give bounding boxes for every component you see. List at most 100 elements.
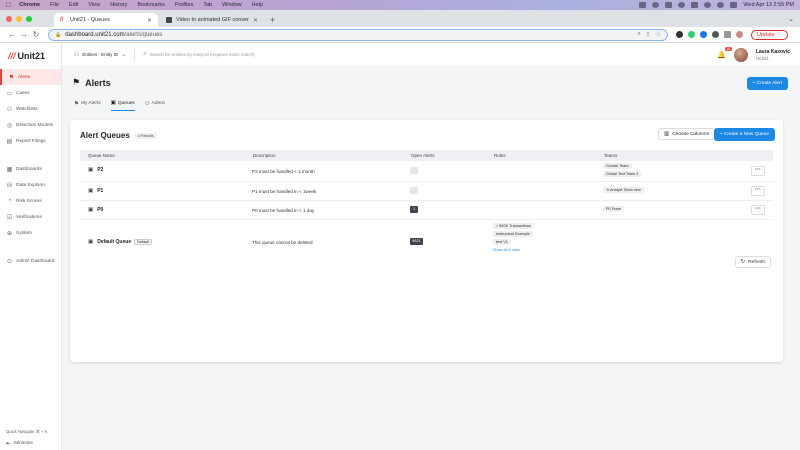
- tab-search-icon[interactable]: ⌄: [788, 13, 794, 27]
- column-header-teams[interactable]: Teams: [604, 153, 617, 158]
- open-alerts-count[interactable]: [410, 167, 418, 174]
- menu-file[interactable]: File: [50, 2, 59, 8]
- avatar[interactable]: [733, 47, 748, 62]
- menu-edit[interactable]: Edit: [69, 2, 78, 8]
- sidepanel-icon[interactable]: [724, 31, 731, 38]
- menu-tab[interactable]: Tab: [203, 2, 212, 8]
- extension-icon[interactable]: [700, 31, 707, 38]
- search-input[interactable]: ⌕ Search for entities by entity id (requ…: [143, 51, 254, 58]
- sidebar-item-risk-scores[interactable]: ◔ Risk Scores: [0, 193, 61, 209]
- tray-icon[interactable]: [665, 2, 673, 8]
- admin-icon: ⊙: [6, 258, 13, 265]
- rule-pill[interactable]: test V1: [493, 239, 511, 245]
- profile-icon[interactable]: [736, 31, 743, 38]
- sidebar-item-dashboards[interactable]: ▦ Dashboards: [0, 161, 61, 177]
- open-alerts-count[interactable]: 9621: [410, 238, 423, 245]
- tab-label: My Alerts: [80, 101, 101, 106]
- entity-search-type-select[interactable]: ⚇ Entities - Entity ID ⌄: [74, 48, 136, 61]
- control-center-icon[interactable]: [730, 2, 738, 8]
- queue-name[interactable]: ▣ P1: [88, 188, 103, 194]
- sidebar-item-system[interactable]: ⊕ System: [0, 225, 61, 241]
- open-alerts-count[interactable]: [410, 187, 418, 194]
- tray-icon[interactable]: [652, 2, 660, 8]
- forward-icon[interactable]: →: [18, 30, 30, 39]
- close-icon[interactable]: ✕: [253, 17, 258, 24]
- rule-pill[interactable]: Instrument Example: [493, 231, 533, 237]
- table-row[interactable]: ▣ P2 P2 must be handled < 1 month Growth…: [80, 161, 773, 182]
- create-alert-button[interactable]: + Create Alert: [746, 77, 788, 90]
- lock-icon[interactable]: 🔒: [55, 32, 61, 38]
- extension-icon[interactable]: [676, 31, 683, 38]
- tab-queues[interactable]: ▣ Queues: [110, 100, 135, 111]
- queue-name[interactable]: ▣ P0: [88, 207, 103, 213]
- open-alerts-count[interactable]: 1: [410, 206, 418, 213]
- tab-admin[interactable]: ⚇ Admin: [145, 100, 166, 111]
- wifi-icon[interactable]: [704, 2, 712, 8]
- battery-icon[interactable]: [691, 2, 699, 8]
- close-icon[interactable]: ✕: [147, 17, 152, 24]
- sidebar-item-verifications[interactable]: ☑ Verifications: [0, 209, 61, 225]
- sidebar-item-watchlists[interactable]: ⚇ Watchlists: [0, 101, 61, 117]
- quick-navigate-hint[interactable]: Quick Navigate ⌘ + K: [0, 426, 62, 436]
- sidebar-item-report-filings[interactable]: ▤ Report Filings: [0, 133, 61, 149]
- minimize-sidebar-button[interactable]: ⇤ Minimize: [0, 436, 62, 450]
- sidebar-item-data-explorer[interactable]: ⛁ Data Explorer: [0, 177, 61, 193]
- browser-tab-gif[interactable]: Video to animated GIF conver ✕: [160, 13, 264, 27]
- menu-bookmarks[interactable]: Bookmarks: [137, 2, 165, 8]
- share-icon[interactable]: ⇪: [646, 31, 651, 38]
- bookmark-star-icon[interactable]: ☆: [656, 31, 661, 38]
- user-info[interactable]: Laura Kasovic Unit21: [756, 49, 790, 61]
- column-header-rules[interactable]: Rules: [494, 153, 506, 158]
- spotlight-icon[interactable]: [717, 2, 725, 8]
- menu-chrome[interactable]: Chrome: [19, 2, 40, 8]
- table-row[interactable]: ▣ P0 P0 must be handled in < 1 day 1 P0 …: [80, 201, 773, 220]
- close-window-button[interactable]: [6, 15, 12, 22]
- new-tab-button[interactable]: +: [266, 13, 279, 27]
- menu-history[interactable]: History: [110, 2, 127, 8]
- row-actions-button[interactable]: ···: [751, 186, 765, 196]
- zoom-icon[interactable]: ⌕: [637, 31, 640, 38]
- unit21-logo[interactable]: /// Unit21: [0, 43, 61, 69]
- minimize-window-button[interactable]: [16, 15, 22, 22]
- queue-name[interactable]: ▣ P2: [88, 167, 103, 173]
- create-queue-button[interactable]: + Create a New Queue: [713, 128, 775, 141]
- queue-name[interactable]: ▣ Default Queue Default: [88, 239, 153, 245]
- video-favicon: [166, 17, 172, 23]
- sidebar-item-detection-models[interactable]: ◎ Detection Models: [0, 117, 61, 133]
- table-row[interactable]: ▣ Default Queue Default This queue canno…: [80, 220, 773, 265]
- refresh-button[interactable]: ↻ Refresh: [734, 256, 771, 268]
- apple-icon[interactable]: : [6, 2, 11, 9]
- choose-columns-label: Choose Columns: [672, 131, 709, 137]
- menu-help[interactable]: Help: [252, 2, 263, 8]
- puzzle-icon[interactable]: [712, 31, 719, 38]
- row-actions-button[interactable]: ···: [751, 205, 765, 215]
- sidebar-item-cases[interactable]: ▭ Cases: [0, 85, 61, 101]
- menu-profiles[interactable]: Profiles: [175, 2, 193, 8]
- column-header-open-alerts[interactable]: Open Alerts: [411, 153, 435, 158]
- menu-view[interactable]: View: [88, 2, 100, 8]
- rule-pill[interactable]: > $10K Transactions: [493, 223, 534, 229]
- tray-icon[interactable]: [639, 2, 647, 8]
- column-header-description[interactable]: Description: [253, 153, 276, 158]
- browser-tab-unit21[interactable]: // Unit21 - Queues ✕: [54, 13, 158, 27]
- back-icon[interactable]: ←: [6, 30, 18, 39]
- column-header-queue-name[interactable]: Queue Name: [88, 153, 115, 158]
- sidebar-item-alerts[interactable]: ⚑ Alerts: [0, 69, 61, 85]
- sidebar-item-admin-dashboard[interactable]: ⊙ Admin Dashboard: [0, 253, 61, 269]
- team-pill: Jr Analyst Team new: [603, 187, 644, 193]
- teams-list: Growth Team Global Test Team 2: [603, 163, 693, 179]
- notifications-button[interactable]: 🔔 16: [717, 46, 732, 59]
- tray-icon[interactable]: [678, 2, 686, 8]
- table-row[interactable]: ▣ P1 P1 must be handled in < 1week Jr An…: [80, 182, 773, 201]
- reload-icon[interactable]: ↻: [30, 30, 42, 39]
- zoom-window-button[interactable]: [26, 15, 32, 22]
- extension-icon[interactable]: [688, 31, 695, 38]
- show-all-rules-link[interactable]: Show all 8 rules: [493, 248, 520, 252]
- update-button[interactable]: Update ⋮: [751, 29, 788, 40]
- row-actions-button[interactable]: ···: [751, 166, 765, 176]
- address-bar[interactable]: 🔒 dashboard.unit21.com /alerts/queues ⌕ …: [48, 28, 668, 41]
- menubar-clock[interactable]: Wed Apr 13 2:55 PM: [743, 2, 794, 8]
- menu-window[interactable]: Window: [222, 2, 242, 8]
- choose-columns-button[interactable]: ▥ Choose Columns: [658, 128, 715, 140]
- tab-my-alerts[interactable]: ⚑ My Alerts: [74, 100, 101, 111]
